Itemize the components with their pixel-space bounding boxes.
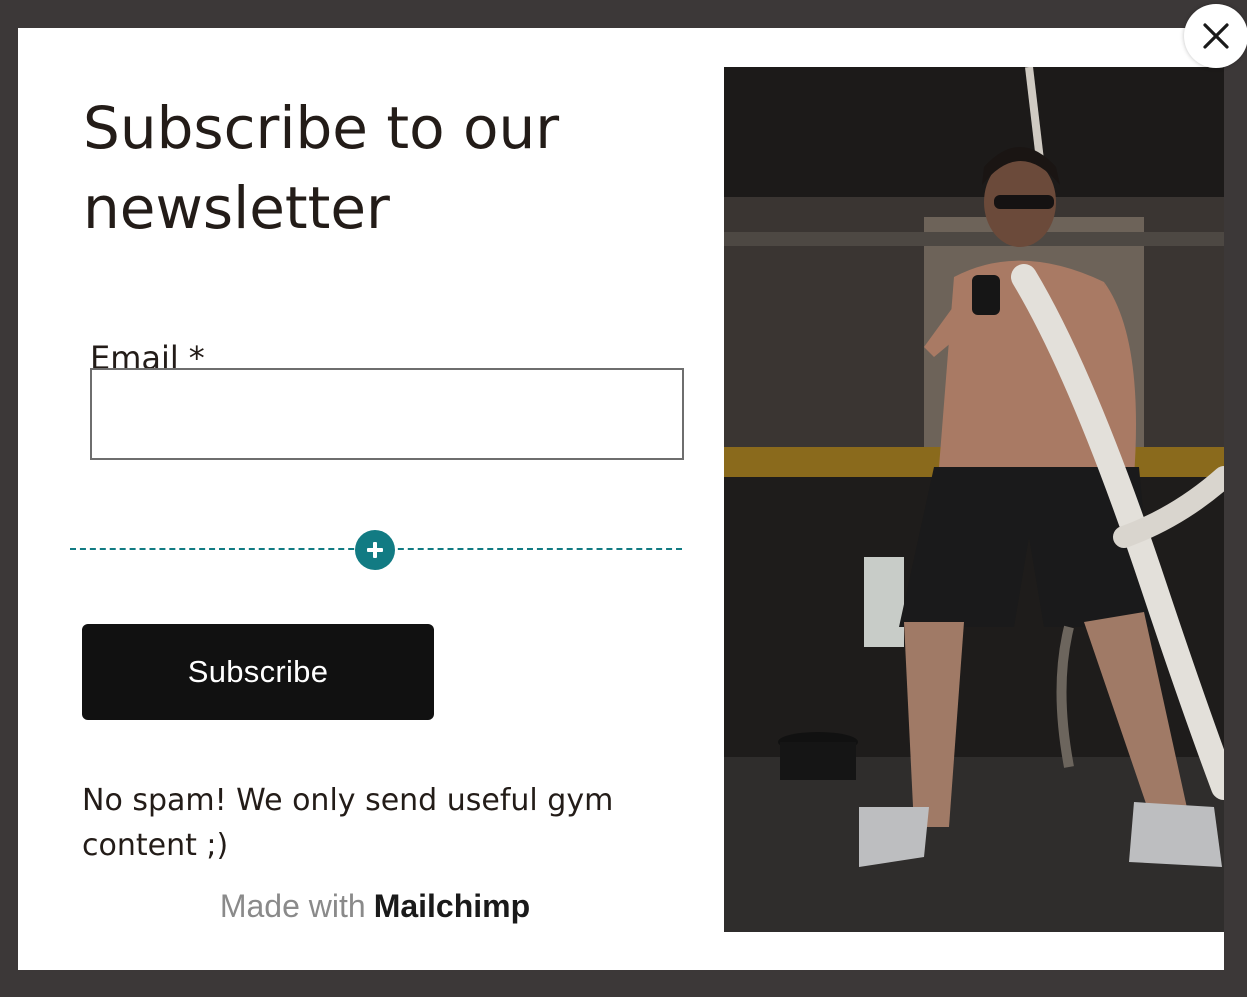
gym-battle-ropes-image	[724, 67, 1224, 932]
made-with-text: Made with	[219, 888, 366, 924]
modal-title: Subscribe to our newsletter	[83, 94, 560, 242]
made-with-mailchimp[interactable]: Made with Mailchimp	[18, 886, 732, 926]
plus-icon	[367, 542, 383, 558]
mailchimp-brand[interactable]: Mailchimp	[374, 888, 530, 924]
gym-photo	[724, 67, 1224, 932]
add-block-button[interactable]	[355, 530, 395, 570]
no-spam-disclaimer: No spam! We only send useful gym content…	[82, 783, 614, 863]
subscribe-button[interactable]: Subscribe	[82, 624, 434, 720]
close-icon	[1203, 23, 1229, 49]
newsletter-signup-modal: Subscribe to our newsletter Email * Subsc…	[18, 28, 1224, 970]
email-input[interactable]	[90, 368, 684, 460]
close-button[interactable]	[1184, 4, 1247, 68]
